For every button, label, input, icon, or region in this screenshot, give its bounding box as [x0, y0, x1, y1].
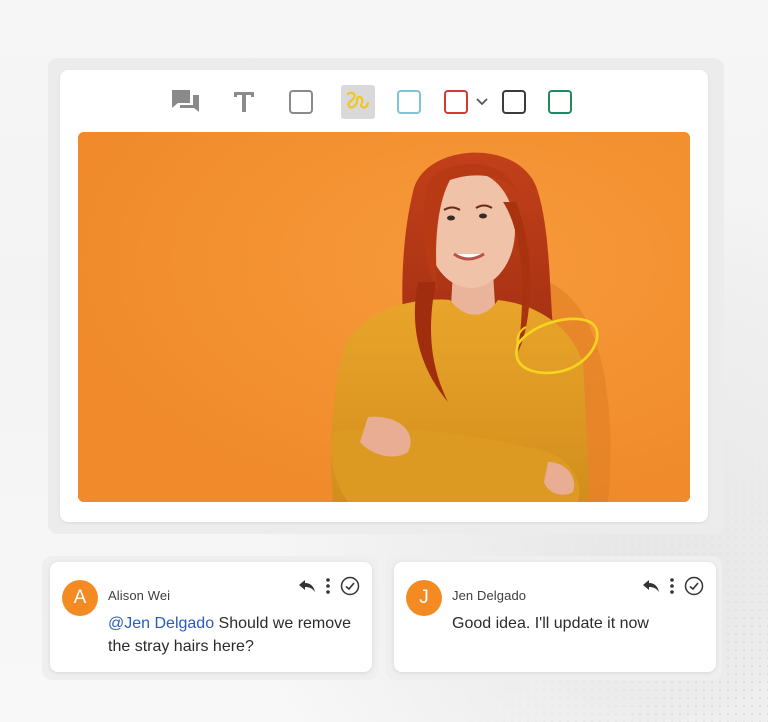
- comment-card: J Jen Delgado Good idea. I'll update it …: [394, 562, 716, 672]
- check-circle-icon: [340, 576, 360, 596]
- avatar: A: [62, 580, 98, 616]
- vertical-dots-icon: [670, 578, 674, 594]
- square-icon: [502, 90, 526, 114]
- color-dropdown[interactable]: [472, 86, 492, 118]
- mention-link[interactable]: @Jen Delgado: [108, 615, 214, 632]
- comment-author: Alison Wei: [108, 588, 171, 603]
- image-editor: [60, 70, 708, 522]
- freehand-icon: [346, 91, 370, 109]
- more-options-button[interactable]: [326, 578, 330, 594]
- color-black[interactable]: [498, 86, 530, 118]
- square-icon: [444, 90, 468, 114]
- text-icon: [234, 92, 254, 112]
- square-icon: [548, 90, 572, 114]
- photo-woman-in-yellow-sweater: [78, 132, 690, 502]
- square-icon: [397, 90, 421, 114]
- square-icon: [289, 90, 313, 114]
- color-red[interactable]: [440, 86, 472, 118]
- reply-button[interactable]: [298, 579, 316, 593]
- text-tool[interactable]: [228, 86, 260, 118]
- freehand-tool[interactable]: [341, 85, 375, 119]
- comment-text: @Jen Delgado Should we remove the stray …: [108, 615, 352, 655]
- chevron-down-icon: [476, 98, 488, 106]
- image-canvas[interactable]: [78, 132, 690, 502]
- reply-icon: [299, 580, 315, 592]
- comment-text: Good idea. I'll update it now: [452, 615, 649, 632]
- comment-actions: [642, 576, 704, 596]
- annotation-toolbar: [60, 84, 708, 120]
- color-light-blue[interactable]: [393, 86, 425, 118]
- check-circle-icon: [684, 576, 704, 596]
- rectangle-tool[interactable]: [285, 86, 317, 118]
- comment-actions: [298, 576, 360, 596]
- comment-author: Jen Delgado: [452, 588, 527, 603]
- comments-tool[interactable]: [170, 86, 202, 118]
- vertical-dots-icon: [326, 578, 330, 594]
- reply-icon: [643, 580, 659, 592]
- more-options-button[interactable]: [670, 578, 674, 594]
- resolve-button[interactable]: [340, 576, 360, 596]
- color-green[interactable]: [544, 86, 576, 118]
- reply-button[interactable]: [642, 579, 660, 593]
- comment-card: A Alison Wei @Jen Delgado Should we remo…: [50, 562, 372, 672]
- comments-icon: [172, 90, 199, 112]
- avatar: J: [406, 580, 442, 616]
- resolve-button[interactable]: [684, 576, 704, 596]
